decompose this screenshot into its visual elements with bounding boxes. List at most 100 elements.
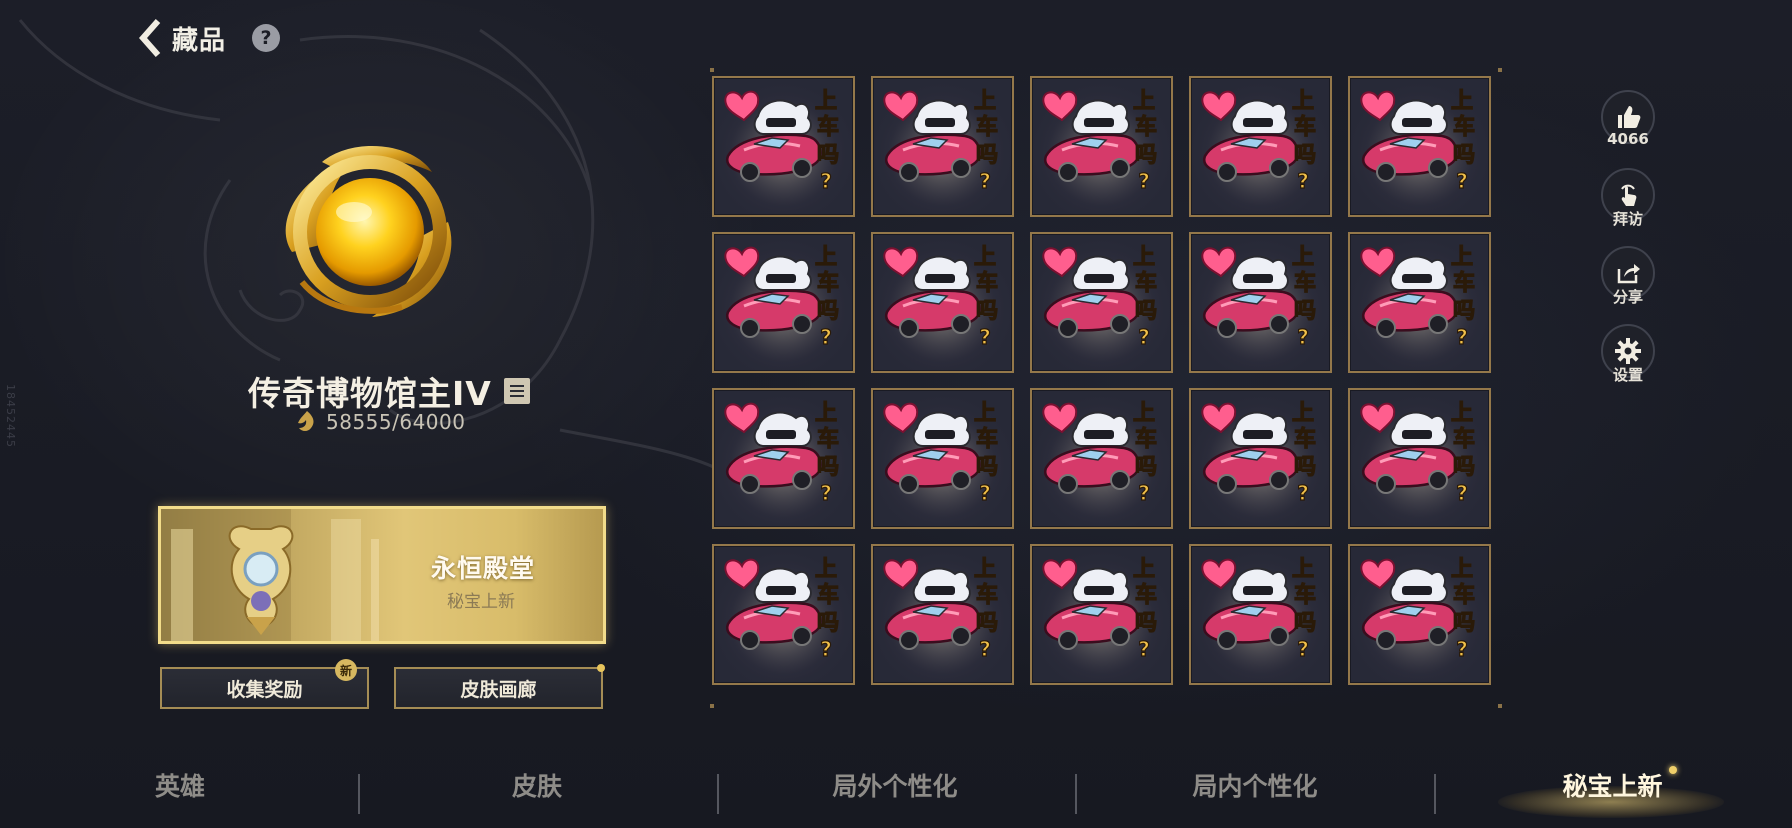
collection-item[interactable]: 上 车 吗 ? <box>871 544 1014 685</box>
svg-text:?: ? <box>1138 481 1150 505</box>
eternal-hall-banner[interactable]: 永恒殿堂 秘宝上新 <box>158 506 606 644</box>
svg-text:吗: 吗 <box>1453 455 1475 480</box>
svg-text:吗: 吗 <box>1294 299 1316 324</box>
collection-item[interactable]: 上 车 吗 ? <box>712 544 855 685</box>
sticker-car-icon: 上 车 吗 ? <box>714 546 853 683</box>
notification-dot <box>1669 766 1677 774</box>
svg-text:车: 车 <box>1453 114 1475 140</box>
collection-item[interactable]: 上 车 吗 ? <box>1030 544 1173 685</box>
svg-text:上: 上 <box>1133 401 1155 426</box>
collection-item[interactable]: 上 车 吗 ? <box>712 232 855 373</box>
collection-item[interactable]: 上 车 吗 ? <box>712 76 855 217</box>
collection-item[interactable]: 上 车 吗 ? <box>1189 544 1332 685</box>
svg-text:上: 上 <box>974 557 996 582</box>
svg-text:吗: 吗 <box>1453 299 1475 324</box>
collection-item[interactable]: 上 车 吗 ? <box>1348 76 1491 217</box>
sticker-car-icon: 上 车 吗 ? <box>1032 78 1171 215</box>
skin-gallery-button[interactable]: 皮肤画廊 <box>394 664 605 709</box>
tab-new-treasures[interactable]: 秘宝上新 <box>1520 760 1705 810</box>
collection-grid-frame: 上 车 吗 ? 上 车 吗 ? 上 车 吗 ? 上 车 吗 ? 上 车 吗 ? … <box>710 68 1512 710</box>
page-title: 藏品 <box>172 25 227 56</box>
svg-text:?: ? <box>1297 169 1309 193</box>
collection-item[interactable]: 上 车 吗 ? <box>1348 388 1491 529</box>
sticker-car-icon: 上 车 吗 ? <box>873 390 1012 527</box>
sticker-car-icon: 上 车 吗 ? <box>1350 546 1489 683</box>
svg-text:上: 上 <box>1451 401 1473 426</box>
rank-name: 传奇博物馆主IV <box>248 374 492 413</box>
tab-skins[interactable]: 皮肤 <box>447 760 627 810</box>
bottom-nav: 英雄 皮肤 局外个性化 局内个性化 秘宝上新 <box>0 760 1792 828</box>
svg-text:吗: 吗 <box>817 299 839 324</box>
svg-text:上: 上 <box>815 401 837 426</box>
collection-item[interactable]: 上 车 吗 ? <box>871 76 1014 217</box>
collection-rewards-label: 收集奖励 <box>226 678 303 701</box>
tab-inner-customization[interactable]: 局内个性化 <box>1150 760 1360 810</box>
svg-text:上: 上 <box>1133 557 1155 582</box>
back-button[interactable] <box>130 18 170 58</box>
collection-item[interactable]: 上 车 吗 ? <box>1030 232 1173 373</box>
svg-text:?: ? <box>1138 169 1150 193</box>
help-button[interactable]: ? <box>252 24 281 52</box>
collection-item[interactable]: 上 车 吗 ? <box>1348 232 1491 373</box>
collection-item[interactable]: 上 车 吗 ? <box>1030 388 1173 529</box>
points-progress: 58555/64000 <box>326 410 466 434</box>
touch-hand-icon <box>1621 184 1637 206</box>
svg-text:车: 车 <box>817 114 839 140</box>
collection-item[interactable]: 上 车 吗 ? <box>1189 232 1332 373</box>
svg-text:车: 车 <box>817 426 839 452</box>
settings-button[interactable]: 设置 <box>1599 324 1657 385</box>
sticker-car-icon: 上 车 吗 ? <box>1191 234 1330 371</box>
collection-item[interactable]: 上 车 吗 ? <box>1348 544 1491 685</box>
tab-heroes[interactable]: 英雄 <box>90 760 270 810</box>
nav-divider <box>717 774 719 814</box>
sticker-car-icon: 上 车 吗 ? <box>1350 390 1489 527</box>
collection-item[interactable]: 上 车 吗 ? <box>1189 388 1332 529</box>
sticker-car-icon: 上 车 吗 ? <box>714 390 853 527</box>
sticker-car-icon: 上 车 吗 ? <box>1191 78 1330 215</box>
like-button[interactable]: 4066 <box>1599 90 1657 148</box>
svg-text:车: 车 <box>976 426 998 452</box>
rank-list-button[interactable] <box>503 378 530 404</box>
svg-text:吗: 吗 <box>1135 611 1157 636</box>
share-button[interactable]: 分享 <box>1599 246 1657 307</box>
svg-text:?: ? <box>1297 325 1309 349</box>
sticker-car-icon: 上 车 吗 ? <box>873 546 1012 683</box>
collection-item[interactable]: 上 车 吗 ? <box>1189 76 1332 217</box>
frame-corner-dot <box>710 704 714 708</box>
collection-item[interactable]: 上 车 吗 ? <box>712 388 855 529</box>
collection-item[interactable]: 上 车 吗 ? <box>871 232 1014 373</box>
svg-text:吗: 吗 <box>817 143 839 168</box>
collection-item[interactable]: 上 车 吗 ? <box>1030 76 1173 217</box>
like-count: 4066 <box>1607 130 1649 148</box>
notification-dot <box>597 664 605 672</box>
svg-text:车: 车 <box>1294 114 1316 140</box>
svg-text:车: 车 <box>1135 426 1157 452</box>
collection-item[interactable]: 上 车 吗 ? <box>871 388 1014 529</box>
frame-corner-dot <box>1498 704 1502 708</box>
banner-subtitle: 秘宝上新 <box>447 592 515 612</box>
visit-button[interactable]: 拜访 <box>1599 168 1657 229</box>
svg-text:?: ? <box>1456 481 1468 505</box>
collection-rewards-button[interactable]: 收集奖励 新 <box>160 659 369 709</box>
svg-text:?: ? <box>1138 637 1150 661</box>
svg-text:上: 上 <box>815 245 837 270</box>
nav-divider <box>358 774 360 814</box>
frame-corner-dot <box>710 68 714 72</box>
svg-text:?: ? <box>1456 169 1468 193</box>
svg-text:吗: 吗 <box>1294 143 1316 168</box>
svg-text:吗: 吗 <box>976 299 998 324</box>
svg-text:上: 上 <box>1133 89 1155 114</box>
svg-text:?: ? <box>820 481 832 505</box>
svg-text:吗: 吗 <box>976 143 998 168</box>
gear-icon <box>1615 338 1641 364</box>
svg-text:上: 上 <box>974 245 996 270</box>
tab-outer-customization[interactable]: 局外个性化 <box>790 760 1000 810</box>
svg-text:上: 上 <box>1292 557 1314 582</box>
svg-text:吗: 吗 <box>817 455 839 480</box>
thumbs-up-icon <box>1618 106 1641 128</box>
svg-text:车: 车 <box>817 582 839 608</box>
svg-text:车: 车 <box>1453 270 1475 296</box>
settings-label: 设置 <box>1612 366 1643 384</box>
svg-text:车: 车 <box>1294 270 1316 296</box>
svg-text:?: ? <box>1297 637 1309 661</box>
